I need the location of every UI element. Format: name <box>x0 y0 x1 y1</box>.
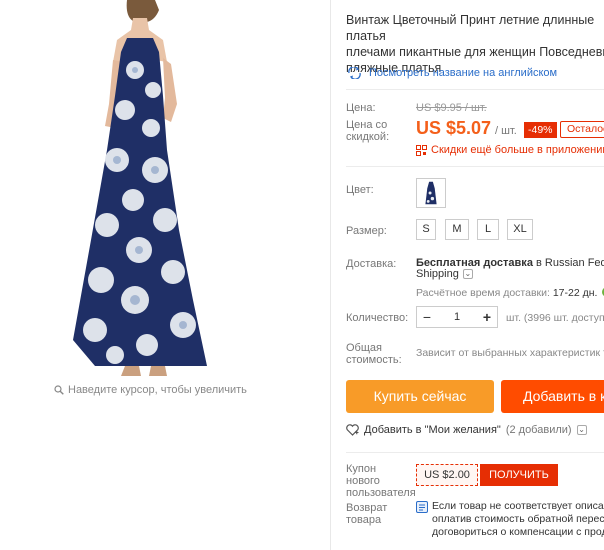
app-promo-text: Скидки ещё больше в приложении <box>431 144 604 156</box>
qr-code-icon <box>416 144 427 156</box>
coupon-value: US $2.00 <box>416 464 478 486</box>
quantity-label: Количество: <box>346 312 409 324</box>
zoom-hint: Наведите курсор, чтобы увеличить <box>54 384 247 396</box>
discount-price: US $5.07 <box>416 118 492 138</box>
translate-link[interactable]: Посмотреть название на английском <box>346 67 557 79</box>
discount-badge: -49% <box>524 122 557 138</box>
total-label: Общая стоимость: <box>346 342 402 366</box>
color-swatch-image <box>425 181 437 205</box>
shipping-label: Доставка: <box>346 258 397 270</box>
per-unit: / шт. <box>495 125 517 137</box>
color-option[interactable] <box>416 178 446 208</box>
coupon-label: Купон нового пользователя <box>346 463 416 499</box>
return-policy-icon <box>416 501 428 513</box>
old-price: US $9.95 / шт. <box>416 102 487 114</box>
add-to-wishlist-link[interactable]: Добавить в "Мои желания" (2 добавили) ⌄ <box>346 424 587 436</box>
quantity-decrease-button[interactable]: − <box>417 307 437 327</box>
size-option-s[interactable]: S <box>416 219 436 240</box>
divider <box>346 89 604 90</box>
size-option-xl[interactable]: XL <box>507 219 533 240</box>
chevron-down-icon: ⌄ <box>576 425 587 435</box>
delivery-estimate-value: 17-22 дн. <box>552 287 598 299</box>
delivery-estimate-label: Расчётное время доставки: <box>416 287 550 299</box>
quantity-stepper: − 1 + <box>416 306 498 328</box>
product-photo[interactable] <box>55 0 215 378</box>
divider <box>346 452 604 453</box>
chevron-down-icon: ⌄ <box>462 269 473 279</box>
add-to-cart-button[interactable]: Добавить в корзину <box>501 380 604 413</box>
quantity-input[interactable]: 1 <box>437 307 477 327</box>
heart-icon <box>346 424 359 436</box>
size-option-m[interactable]: M <box>445 219 469 240</box>
translate-link-text: Посмотреть название на английском <box>369 67 558 79</box>
price-label: Цена: <box>346 102 376 114</box>
delivery-estimate: Расчётное время доставки: 17-22 дн. <box>416 287 604 299</box>
get-coupon-button[interactable]: ПОЛУЧИТЬ <box>480 464 558 486</box>
size-option-l[interactable]: L <box>477 219 499 240</box>
buy-now-button[interactable]: Купить сейчас <box>346 380 494 413</box>
time-left-badge: Осталось <box>560 121 604 138</box>
discount-price-label: Цена со скидкой: <box>346 119 390 143</box>
color-label: Цвет: <box>346 184 374 196</box>
returns-label: Возврат товара <box>346 502 388 526</box>
magnifier-icon <box>54 385 64 395</box>
shipping-method: Shipping <box>416 268 459 280</box>
app-promo-link[interactable]: Скидки ещё больше в приложении ▼ <box>416 144 604 156</box>
wishlist-text: Добавить в "Мои желания" <box>364 424 501 436</box>
total-note: Зависит от выбранных характеристик товар… <box>416 347 604 359</box>
divider <box>346 166 604 167</box>
size-label: Размер: <box>346 225 387 237</box>
zoom-hint-text: Наведите курсор, чтобы увеличить <box>68 384 247 396</box>
quantity-increase-button[interactable]: + <box>477 307 497 327</box>
wishlist-count: (2 добавили) <box>505 424 572 436</box>
stock-available: шт. (3996 шт. доступно) <box>506 312 604 324</box>
column-divider <box>330 0 331 550</box>
shipping-method-select[interactable]: Shipping ⌄ <box>416 268 473 280</box>
product-gallery: Наведите курсор, чтобы увеличить <box>0 0 330 550</box>
product-info: Винтаж Цветочный Принт летние длинные пл… <box>346 0 604 550</box>
returns-text: Если товар не соответствует описанию, оп… <box>432 500 604 538</box>
shipping-destination: в Russian Federation <box>535 257 604 269</box>
translate-icon <box>348 67 361 79</box>
